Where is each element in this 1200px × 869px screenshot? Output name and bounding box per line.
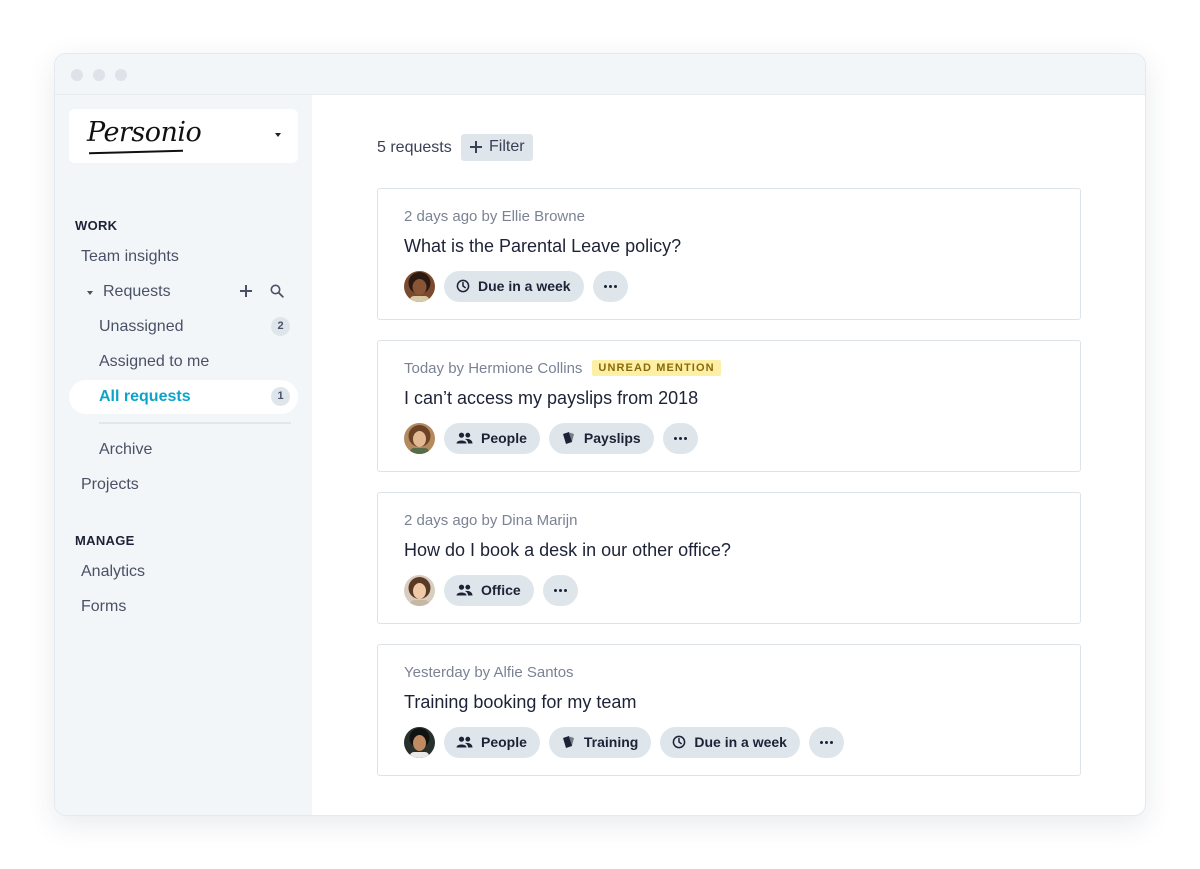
- section-label-manage: MANAGE: [75, 533, 135, 548]
- avatar: [404, 270, 435, 302]
- request-meta: 2 days ago by Dina Marijn: [404, 512, 578, 529]
- app-window: Personio WORK Team insights Requests Una…: [54, 53, 1146, 816]
- request-meta: Today by Hermione Collins UNREAD MENTION: [404, 360, 721, 377]
- request-tags: People Training Due in a week: [404, 726, 844, 758]
- tag-label: People: [481, 430, 527, 446]
- tag-label: Due in a week: [694, 734, 787, 750]
- tag-label: Training: [583, 734, 639, 750]
- sidebar-item-assigned-to-me[interactable]: Assigned to me: [99, 353, 209, 371]
- sidebar-item-analytics[interactable]: Analytics: [81, 563, 145, 581]
- request-card[interactable]: 2 days ago by Dina Marijn How do I book …: [377, 492, 1081, 624]
- avatar: [404, 574, 435, 606]
- tag-label: Due in a week: [478, 278, 571, 294]
- sidebar-item-requests[interactable]: Requests: [103, 283, 171, 301]
- tag-due-date[interactable]: Due in a week: [660, 726, 800, 758]
- section-label-work: WORK: [75, 218, 118, 233]
- main-content: 5 requests Filter 2 days ago by Ellie Br…: [312, 95, 1145, 815]
- more-options-button[interactable]: [592, 270, 628, 302]
- tag-due-date[interactable]: Due in a week: [444, 270, 584, 302]
- request-title[interactable]: What is the Parental Leave policy?: [404, 236, 681, 257]
- window-close-dot[interactable]: [71, 69, 83, 81]
- request-title[interactable]: I can’t access my payslips from 2018: [404, 388, 698, 409]
- window-minimize-dot[interactable]: [93, 69, 105, 81]
- request-card[interactable]: Yesterday by Alfie Santos Training booki…: [377, 644, 1081, 776]
- sidebar-item-forms[interactable]: Forms: [81, 598, 126, 616]
- sidebar-item-all-requests[interactable]: All requests: [99, 388, 191, 406]
- plus-icon: [470, 141, 482, 153]
- filter-label: Filter: [489, 138, 525, 155]
- workspace-switcher[interactable]: Personio: [69, 109, 298, 163]
- sidebar: Personio WORK Team insights Requests Una…: [55, 95, 312, 815]
- sidebar-item-unassigned[interactable]: Unassigned: [99, 318, 184, 336]
- request-meta-text: Today by Hermione Collins: [404, 360, 583, 377]
- window-maximize-dot[interactable]: [115, 69, 127, 81]
- request-tags: Due in a week: [404, 270, 628, 302]
- people-icon: [456, 584, 473, 596]
- request-tags: People Payslips: [404, 422, 698, 454]
- tag-training[interactable]: Training: [548, 726, 652, 758]
- request-title[interactable]: How do I book a desk in our other office…: [404, 540, 731, 561]
- tag-label: Payslips: [583, 430, 641, 446]
- more-options-button[interactable]: [662, 422, 698, 454]
- expand-caret-icon[interactable]: [87, 291, 93, 295]
- request-card[interactable]: Today by Hermione Collins UNREAD MENTION …: [377, 340, 1081, 472]
- people-icon: [456, 432, 473, 444]
- search-icon[interactable]: [270, 284, 284, 298]
- add-request-icon[interactable]: [239, 284, 253, 298]
- tag-people[interactable]: People: [444, 422, 540, 454]
- logo: Personio: [87, 117, 202, 148]
- avatar: [404, 726, 435, 758]
- request-card[interactable]: 2 days ago by Ellie Browne What is the P…: [377, 188, 1081, 320]
- tag-label: Office: [481, 582, 521, 598]
- tag-payslips[interactable]: Payslips: [548, 422, 654, 454]
- more-options-button[interactable]: [808, 726, 844, 758]
- timer-icon: [456, 279, 470, 293]
- logo-underline: [88, 149, 184, 155]
- sidebar-item-projects[interactable]: Projects: [81, 476, 139, 494]
- caret-down-icon: [275, 133, 281, 137]
- documents-icon: [562, 736, 574, 748]
- request-meta: 2 days ago by Ellie Browne: [404, 208, 585, 225]
- request-meta: Yesterday by Alfie Santos: [404, 664, 574, 681]
- all-requests-count-badge: 1: [271, 387, 290, 406]
- documents-icon: [562, 432, 574, 444]
- more-options-button[interactable]: [542, 574, 578, 606]
- tag-office[interactable]: Office: [444, 574, 534, 606]
- filter-button[interactable]: Filter: [461, 134, 533, 161]
- request-title[interactable]: Training booking for my team: [404, 692, 636, 713]
- window-titlebar: [55, 54, 1145, 95]
- sidebar-item-archive[interactable]: Archive: [99, 441, 152, 459]
- tag-people[interactable]: People: [444, 726, 540, 758]
- sidebar-item-team-insights[interactable]: Team insights: [81, 248, 179, 266]
- tag-label: People: [481, 734, 527, 750]
- sidebar-divider: [99, 422, 291, 424]
- request-tags: Office: [404, 574, 578, 606]
- people-icon: [456, 736, 473, 748]
- avatar: [404, 422, 435, 454]
- request-count: 5 requests: [377, 139, 452, 156]
- unassigned-count-badge: 2: [271, 317, 290, 336]
- unread-mention-badge: UNREAD MENTION: [592, 360, 721, 376]
- timer-icon: [673, 735, 686, 749]
